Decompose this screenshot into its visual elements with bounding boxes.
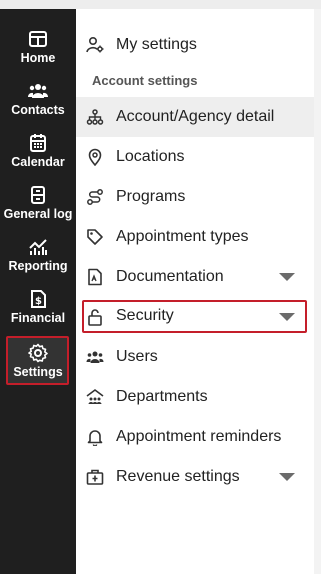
chevron-down-icon[interactable] (279, 313, 295, 321)
nav-rail: Home Contacts Calendar General log Repor… (0, 9, 76, 574)
rail-label-general-log: General log (3, 207, 73, 221)
departments-icon (86, 388, 104, 406)
home-icon (29, 31, 47, 47)
gear-icon (28, 343, 48, 363)
revenue-icon (86, 468, 104, 486)
rail-item-settings[interactable]: Settings (0, 336, 76, 385)
rail-item-general-log[interactable]: General log (0, 181, 76, 227)
menu-item-my-settings[interactable]: My settings (76, 25, 314, 65)
general-log-icon (31, 186, 45, 204)
scrollbar-track[interactable] (314, 9, 321, 574)
rail-label-reporting: Reporting (8, 259, 68, 273)
rail-label-financial: Financial (10, 311, 66, 325)
menu-item-documentation[interactable]: Documentation (76, 257, 314, 297)
menu-item-users[interactable]: Users (76, 337, 314, 377)
rail-item-reporting[interactable]: Reporting (0, 233, 76, 279)
menu-item-appointment-types[interactable]: Appointment types (76, 217, 314, 257)
menu-label-revenue-settings: Revenue settings (116, 468, 240, 485)
menu-item-security[interactable]: Security (76, 299, 314, 339)
section-heading-account-settings: Account settings (92, 73, 198, 88)
rail-label-settings: Settings (13, 365, 63, 379)
contacts-icon (28, 84, 48, 98)
rail-label-contacts: Contacts (11, 103, 65, 117)
rail-label-calendar: Calendar (11, 155, 65, 169)
menu-label-departments: Departments (116, 388, 208, 405)
menu-label-appointment-types: Appointment types (116, 228, 249, 245)
chevron-down-icon[interactable] (279, 273, 295, 281)
top-strip (0, 0, 321, 9)
menu-label-locations: Locations (116, 148, 185, 165)
user-settings-icon (86, 36, 104, 54)
menu-label-account-agency-detail: Account/Agency detail (116, 108, 275, 125)
menu-item-programs[interactable]: Programs (76, 177, 314, 217)
route-icon (86, 188, 104, 206)
users-icon (86, 348, 104, 366)
lock-icon (86, 308, 104, 326)
menu-label-appointment-reminders: Appointment reminders (116, 428, 282, 445)
settings-menu: My settings Account settings Account/Age… (76, 9, 314, 574)
menu-label-users: Users (116, 348, 158, 365)
rail-item-contacts[interactable]: Contacts (0, 77, 76, 123)
menu-item-appointment-reminders[interactable]: Appointment reminders (76, 417, 314, 457)
menu-label-my-settings: My settings (116, 36, 197, 53)
menu-item-account-agency-detail[interactable]: Account/Agency detail (76, 97, 314, 137)
chevron-down-icon[interactable] (279, 473, 295, 481)
tag-icon (86, 228, 104, 246)
reporting-icon (29, 239, 47, 255)
menu-item-locations[interactable]: Locations (76, 137, 314, 177)
menu-label-security: Security (116, 307, 174, 324)
menu-item-departments[interactable]: Departments (76, 377, 314, 417)
menu-label-documentation: Documentation (116, 268, 224, 285)
location-pin-icon (86, 148, 104, 167)
calendar-icon (30, 134, 46, 152)
rail-label-home: Home (20, 51, 56, 65)
menu-item-revenue-settings[interactable]: Revenue settings (76, 457, 314, 497)
rail-item-home[interactable]: Home (0, 25, 76, 71)
rail-item-financial[interactable]: $ Financial (0, 285, 76, 331)
rail-item-calendar[interactable]: Calendar (0, 129, 76, 175)
document-icon (86, 268, 104, 286)
menu-label-programs: Programs (116, 188, 186, 205)
org-chart-icon (86, 108, 104, 126)
bell-icon (86, 428, 104, 447)
svg-text:$: $ (35, 296, 42, 307)
financial-icon: $ (31, 290, 46, 308)
